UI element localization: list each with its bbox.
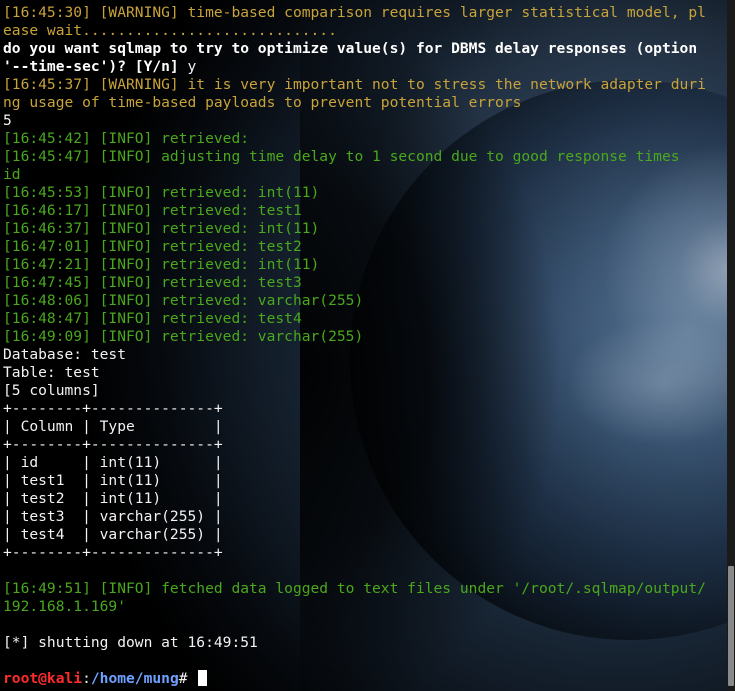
terminal-line-text: [16:47:21] [INFO] retrieved: int(11) bbox=[3, 256, 320, 273]
terminal-line-text: [16:49:51] [INFO] fetched data logged to… bbox=[3, 580, 706, 597]
terminal-line-text: | Column | Type | bbox=[3, 418, 223, 435]
terminal-line-text: | test2 | int(11) | bbox=[3, 490, 223, 507]
prompt-user-host: root@kali bbox=[3, 670, 83, 687]
terminal-line: | test4 | varchar(255) | bbox=[3, 526, 706, 544]
terminal-line: [16:46:17] [INFO] retrieved: test1 bbox=[3, 202, 706, 220]
terminal-line-text: Table: test bbox=[3, 364, 100, 381]
terminal-line: +--------+--------------+ bbox=[3, 544, 706, 562]
terminal-line: [16:48:47] [INFO] retrieved: test4 bbox=[3, 310, 706, 328]
shell-prompt-line[interactable]: root@kali:/home/mung# bbox=[3, 670, 706, 688]
terminal-line-text: +--------+--------------+ bbox=[3, 436, 223, 453]
terminal-line: +--------+--------------+ bbox=[3, 436, 706, 454]
terminal-line: | test2 | int(11) | bbox=[3, 490, 706, 508]
terminal-line-text: [16:45:37] [WARNING] it is very importan… bbox=[3, 76, 706, 93]
terminal-line-text: [16:45:42] [INFO] retrieved: bbox=[3, 130, 258, 147]
terminal-line-text: Database: test bbox=[3, 346, 127, 363]
terminal-line: 192.168.1.169' bbox=[3, 598, 706, 616]
prompt-separator: : bbox=[82, 670, 91, 687]
terminal-line: [16:47:01] [INFO] retrieved: test2 bbox=[3, 238, 706, 256]
terminal-line: | test3 | varchar(255) | bbox=[3, 508, 706, 526]
terminal-line: [16:45:47] [INFO] adjusting time delay t… bbox=[3, 148, 706, 166]
terminal-line-text: '--time-sec')? [Y/n] bbox=[3, 58, 188, 75]
terminal-line-text: 192.168.1.169' bbox=[3, 598, 127, 615]
terminal-line-text: +--------+--------------+ bbox=[3, 544, 223, 561]
terminal-window[interactable]: [16:45:30] [WARNING] time-based comparis… bbox=[0, 0, 735, 691]
terminal-line-text: [16:45:53] [INFO] retrieved: int(11) bbox=[3, 184, 320, 201]
terminal-line-text: id bbox=[3, 166, 21, 183]
terminal-line-text: [*] shutting down at 16:49:51 bbox=[3, 634, 258, 651]
terminal-line-text: +--------+--------------+ bbox=[3, 400, 223, 417]
terminal-line: do you want sqlmap to try to optimize va… bbox=[3, 40, 706, 58]
terminal-line-text: | test1 | int(11) | bbox=[3, 472, 223, 489]
terminal-line-text: [16:49:09] [INFO] retrieved: varchar(255… bbox=[3, 328, 364, 345]
terminal-line: | id | int(11) | bbox=[3, 454, 706, 472]
scrollbar-thumb[interactable] bbox=[728, 566, 734, 686]
terminal-line: [16:47:21] [INFO] retrieved: int(11) bbox=[3, 256, 706, 274]
terminal-line-text: [16:45:30] [WARNING] time-based comparis… bbox=[3, 4, 706, 21]
user-answer: y bbox=[187, 58, 197, 75]
terminal-line: ng usage of time-based payloads to preve… bbox=[3, 94, 706, 112]
terminal-line-text: 5 bbox=[3, 112, 12, 129]
terminal-line: '--time-sec')? [Y/n] y bbox=[3, 58, 706, 76]
prompt-path: /home/mung bbox=[90, 670, 179, 687]
terminal-line: ease wait............................. bbox=[3, 22, 706, 40]
terminal-line-text: [16:48:06] [INFO] retrieved: varchar(255… bbox=[3, 292, 364, 309]
terminal-line: [16:46:37] [INFO] retrieved: int(11) bbox=[3, 220, 706, 238]
terminal-line-text: do you want sqlmap to try to optimize va… bbox=[3, 40, 698, 57]
terminal-line-text: | test3 | varchar(255) | bbox=[3, 508, 223, 525]
terminal-line-text: | test4 | varchar(255) | bbox=[3, 526, 223, 543]
terminal-line-text: [16:46:17] [INFO] retrieved: test1 bbox=[3, 202, 302, 219]
terminal-line-text: | id | int(11) | bbox=[3, 454, 223, 471]
terminal-line: Database: test bbox=[3, 346, 706, 364]
terminal-line: [16:49:51] [INFO] fetched data logged to… bbox=[3, 580, 706, 598]
terminal-line-text: [5 columns] bbox=[3, 382, 100, 399]
terminal-line: 5 bbox=[3, 112, 706, 130]
terminal-line: +--------+--------------+ bbox=[3, 400, 706, 418]
terminal-line-text: [16:48:47] [INFO] retrieved: test4 bbox=[3, 310, 302, 327]
prompt-symbol: # bbox=[178, 670, 197, 687]
terminal-line: [16:49:09] [INFO] retrieved: varchar(255… bbox=[3, 328, 706, 346]
terminal-line: Table: test bbox=[3, 364, 706, 382]
terminal-line-text: [16:47:45] [INFO] retrieved: test3 bbox=[3, 274, 302, 291]
terminal-line: [16:45:53] [INFO] retrieved: int(11) bbox=[3, 184, 706, 202]
terminal-line-text: [16:46:37] [INFO] retrieved: int(11) bbox=[3, 220, 320, 237]
terminal-line: [16:47:45] [INFO] retrieved: test3 bbox=[3, 274, 706, 292]
terminal-line: [16:45:37] [WARNING] it is very importan… bbox=[3, 76, 706, 94]
terminal-line: | Column | Type | bbox=[3, 418, 706, 436]
terminal-line: [16:45:30] [WARNING] time-based comparis… bbox=[3, 4, 706, 22]
terminal-line: [*] shutting down at 16:49:51 bbox=[3, 634, 706, 652]
terminal-line-text: [16:47:01] [INFO] retrieved: test2 bbox=[3, 238, 302, 255]
text-cursor bbox=[198, 670, 208, 686]
terminal-line-text: ease wait............................. bbox=[3, 22, 337, 39]
terminal-line: [16:45:42] [INFO] retrieved: bbox=[3, 130, 706, 148]
terminal-line-text: [16:45:47] [INFO] adjusting time delay t… bbox=[3, 148, 680, 165]
terminal-line-text: ng usage of time-based payloads to preve… bbox=[3, 94, 522, 111]
terminal-line: id bbox=[3, 166, 706, 184]
terminal-output: [16:45:30] [WARNING] time-based comparis… bbox=[3, 4, 706, 688]
terminal-line: | test1 | int(11) | bbox=[3, 472, 706, 490]
scrollbar[interactable] bbox=[727, 0, 735, 691]
terminal-line: [5 columns] bbox=[3, 382, 706, 400]
terminal-line: [16:48:06] [INFO] retrieved: varchar(255… bbox=[3, 292, 706, 310]
